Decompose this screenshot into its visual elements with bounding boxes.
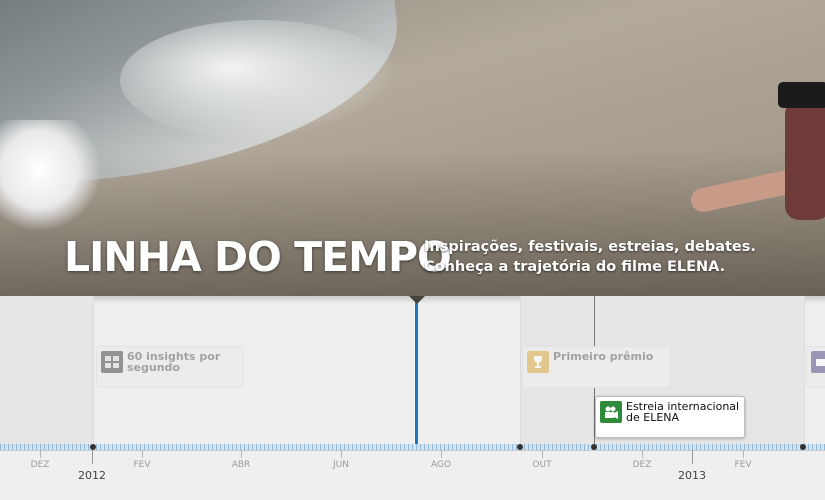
event-label: Primeiro prêmio [553, 350, 654, 363]
event-label: Estreia internacional de ELENA [626, 400, 740, 424]
month-label-out[interactable]: OUT [522, 460, 562, 470]
current-position-line [415, 298, 418, 447]
year-marker-dot [90, 444, 96, 450]
year-label-2013[interactable]: 2013 [672, 469, 712, 482]
hero-banner: LINHA DO TEMPO Inspirações, festivais, e… [0, 0, 825, 296]
column-divider [520, 296, 521, 446]
subtitle-line-2: Conheça a trajetória do filme ELENA. [424, 259, 726, 275]
event-card-estreia-internacional[interactable]: Estreia internacional de ELENA [595, 396, 745, 438]
month-label-dez[interactable]: DEZ [622, 460, 662, 470]
wave-foam [120, 20, 400, 140]
event-label: 60 insights por segundo [127, 350, 221, 374]
month-label-fev[interactable]: FEV [122, 460, 162, 470]
current-position-pointer [409, 296, 425, 304]
event-marker-dot [800, 444, 806, 450]
camera-operator-figure [688, 60, 825, 220]
column-divider [93, 296, 94, 446]
month-label-dez[interactable]: DEZ [20, 460, 60, 470]
timeline-column [0, 296, 93, 446]
column-divider [804, 296, 805, 446]
year-label-2012[interactable]: 2012 [72, 469, 112, 482]
trophy-icon [527, 351, 549, 373]
month-label-jun[interactable]: JUN [321, 460, 361, 470]
video-camera-icon [600, 401, 622, 423]
film-frames-icon [101, 351, 123, 373]
subtitle-line-1: Inspirações, festivais, estreias, debate… [424, 239, 756, 255]
month-label-abr[interactable]: ABR [221, 460, 261, 470]
event-marker-dot [591, 444, 597, 450]
running-figure [0, 120, 100, 230]
event-card-60-insights[interactable]: 60 insights por segundo [96, 346, 244, 388]
video-camera-icon [811, 351, 825, 373]
event-card-partial[interactable] [806, 346, 825, 388]
month-label-ago[interactable]: AGO [421, 460, 461, 470]
page-title: LINHA DO TEMPO [64, 233, 452, 281]
event-marker-dot [517, 444, 523, 450]
month-label-fev[interactable]: FEV [723, 460, 763, 470]
camera-icon [778, 82, 825, 108]
page-subtitle: Inspirações, festivais, estreias, debate… [424, 237, 824, 277]
event-card-primeiro-premio[interactable]: Primeiro prêmio [522, 346, 671, 388]
